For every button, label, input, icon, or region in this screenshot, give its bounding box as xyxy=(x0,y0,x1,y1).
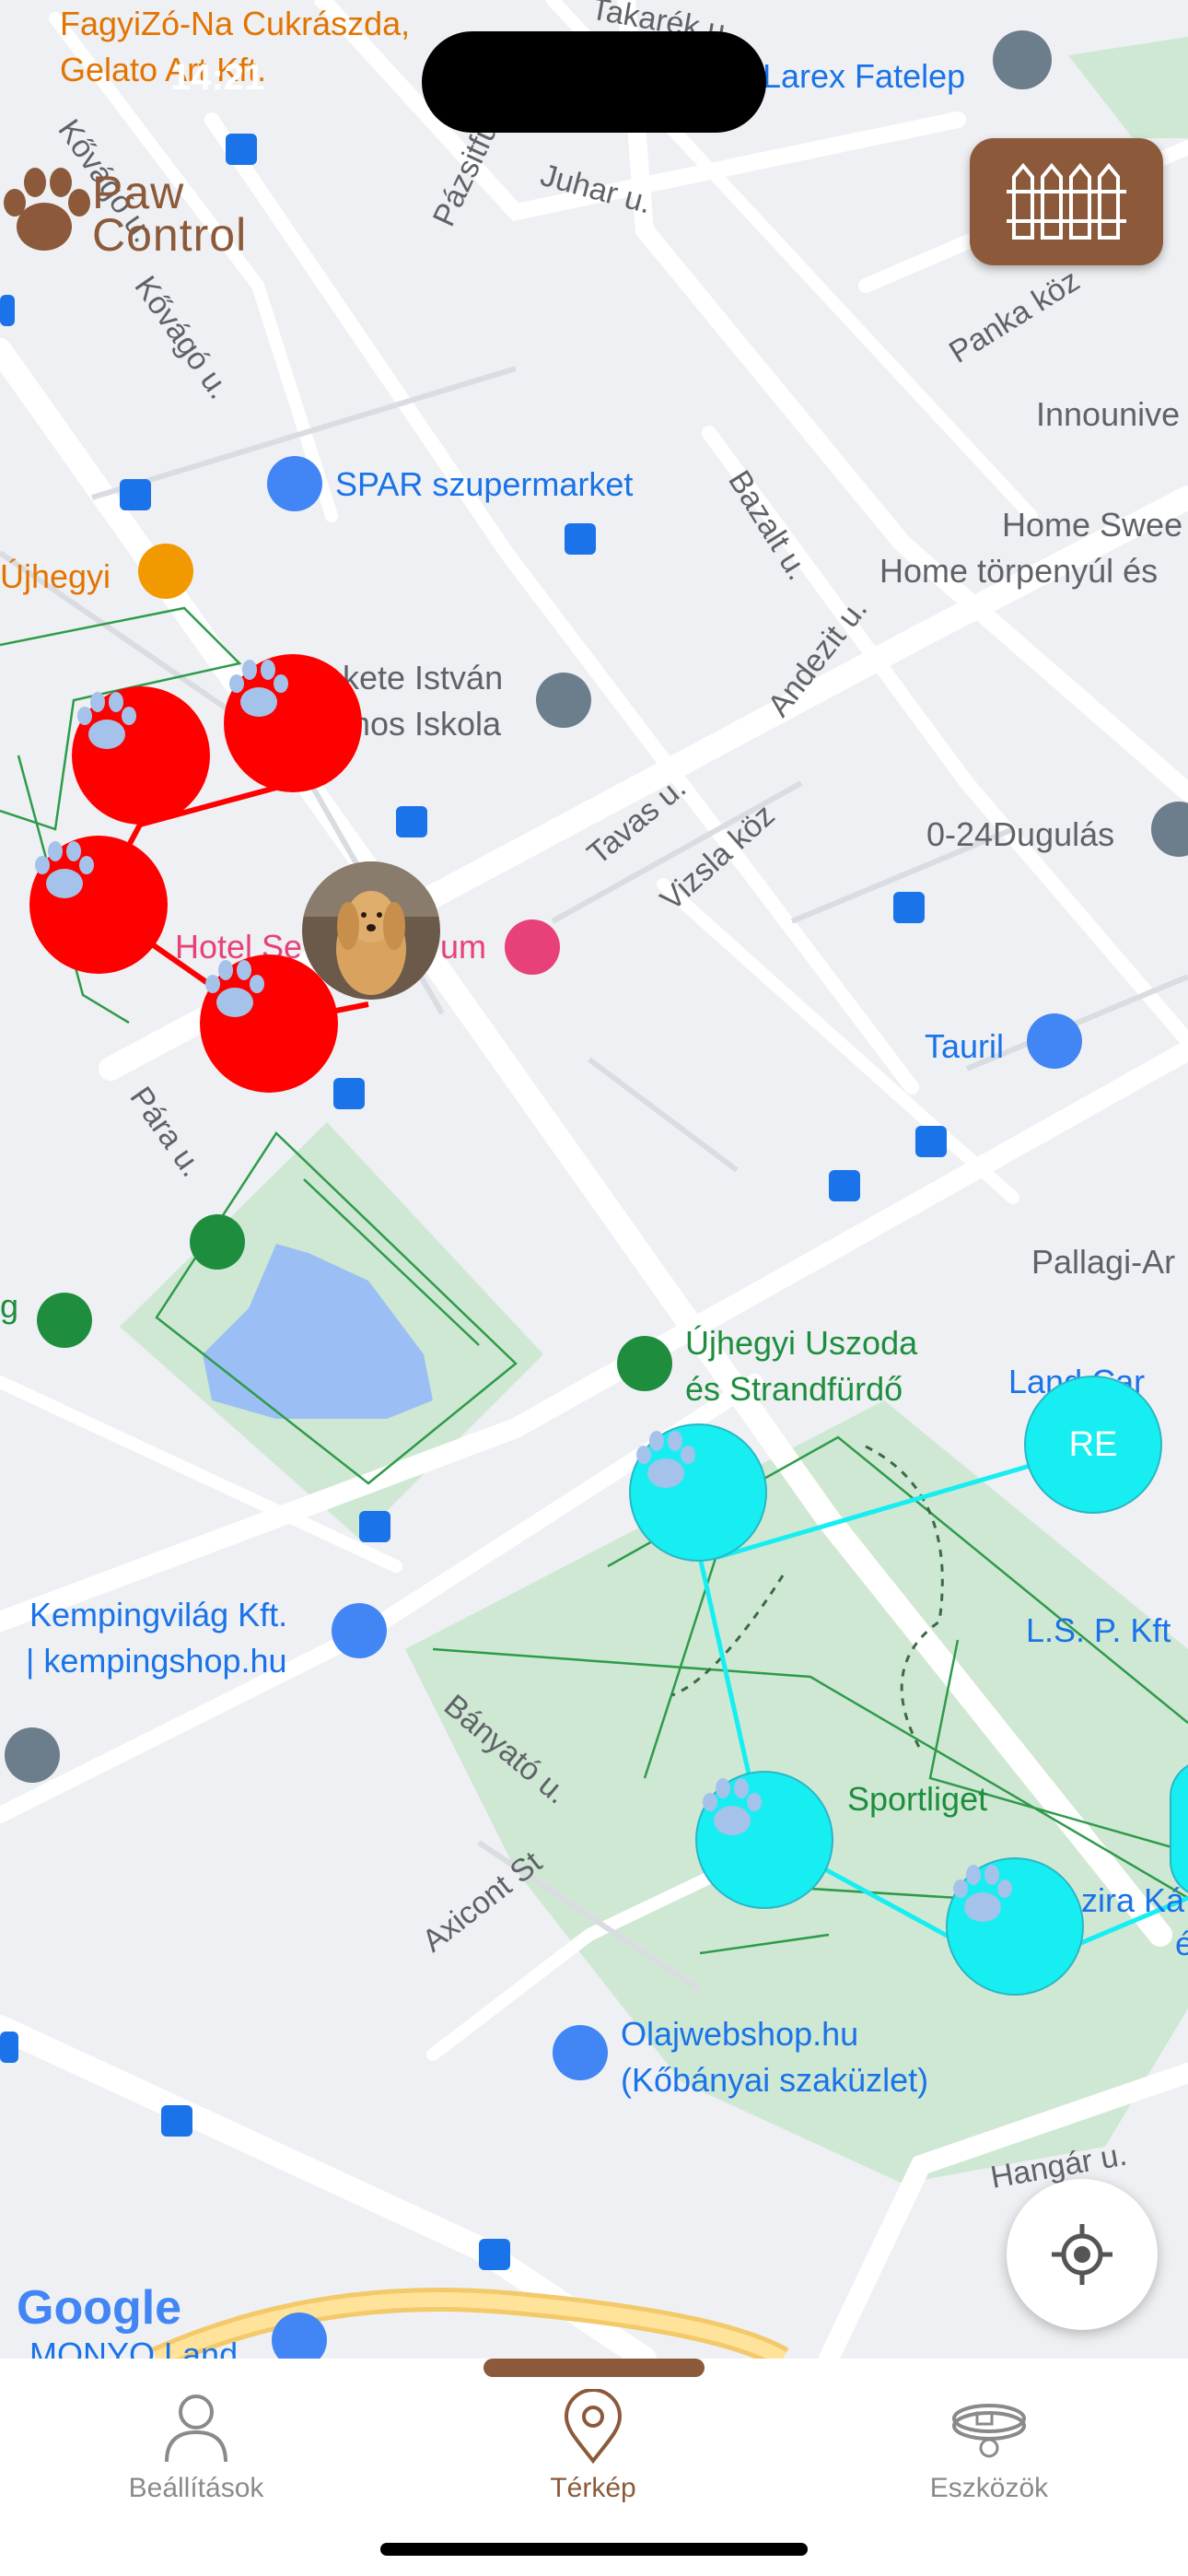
my-location-button[interactable] xyxy=(1007,2179,1158,2330)
paw-icon xyxy=(77,692,136,749)
paw-icon xyxy=(35,841,94,898)
home-indicator[interactable] xyxy=(380,2543,808,2556)
tab-label: Térkép xyxy=(550,2473,636,2503)
poi-label: FagyiZó-Na Cukrászda, xyxy=(60,5,410,42)
dog-track-point-red[interactable] xyxy=(29,836,168,974)
device-marker-re[interactable]: RE xyxy=(1024,1376,1162,1514)
poi-label: és Strandfürdő xyxy=(685,1370,903,1408)
poi-label: zira Ká xyxy=(1081,1881,1185,1919)
dog-avatar[interactable] xyxy=(302,861,440,1000)
dog-track-point-cyan[interactable] xyxy=(629,1423,767,1562)
poi-label: SPAR szupermarket xyxy=(335,465,633,503)
map-view[interactable]: FagyiZó-Na Cukrászda, Gelato Art Kft. La… xyxy=(0,0,1188,2359)
paw-icon xyxy=(229,660,288,717)
poi-label: Innounive xyxy=(1036,395,1180,433)
poi-label: Sportliget xyxy=(847,1780,987,1818)
logo-line-2: Control xyxy=(92,209,248,261)
tab-settings[interactable]: Beállítások xyxy=(76,2388,316,2504)
poi-label: Újhegyi Uszoda xyxy=(685,1324,918,1362)
dog-track-point-red[interactable] xyxy=(72,686,210,825)
poi-label: mos Iskola xyxy=(343,705,502,743)
poi-label: Pallagi-Ar xyxy=(1031,1243,1175,1281)
tab-label: Eszközök xyxy=(929,2473,1049,2503)
status-time: 14:21 xyxy=(170,57,265,98)
app-logo: Paw Control xyxy=(0,166,285,272)
tab-devices[interactable]: Eszközök xyxy=(869,2388,1109,2504)
paw-icon xyxy=(953,1865,1012,1922)
fence-icon xyxy=(1007,162,1126,240)
geofence-button[interactable] xyxy=(970,138,1163,265)
location-pin-icon xyxy=(564,2389,623,2465)
tab-label: Beállítások xyxy=(128,2473,264,2503)
device-tag-label: RE xyxy=(1068,1424,1118,1464)
poi-label: L.S. P. Kft xyxy=(1026,1611,1171,1649)
bottom-sheet-handle[interactable] xyxy=(483,2359,705,2377)
tab-map[interactable]: Térkép xyxy=(473,2388,713,2504)
collar-icon xyxy=(952,2404,1026,2458)
poi-label: 0-24Dugulás xyxy=(926,815,1114,853)
dynamic-island xyxy=(422,31,766,133)
dog-track-point-red[interactable] xyxy=(224,654,362,792)
map-canvas: FagyiZó-Na Cukrászda, Gelato Art Kft. La… xyxy=(0,0,1188,2359)
poi-label: Kempingvilág Kft. xyxy=(29,1596,287,1633)
poi-label: Újhegyi xyxy=(0,557,111,595)
poi-label: Olajwebshop.hu xyxy=(621,2015,858,2053)
crosshair-icon xyxy=(1052,2224,1112,2285)
paw-icon xyxy=(636,1431,695,1488)
poi-label: kete István xyxy=(343,659,503,697)
poi-label: um xyxy=(440,928,486,966)
poi-label: Larex Fatelep xyxy=(763,57,965,95)
poi-label: | kempingshop.hu xyxy=(26,1642,287,1680)
paw-icon xyxy=(205,960,264,1017)
dog-track-point-cyan[interactable] xyxy=(946,1857,1084,1996)
person-icon xyxy=(165,2395,227,2463)
poi-label: g xyxy=(0,1287,18,1325)
poi-label: (Kőbányai szaküzlet) xyxy=(621,2061,928,2099)
google-attribution: Google xyxy=(17,2280,181,2336)
poi-label: Home Swee xyxy=(1002,506,1182,544)
dog-track-point-cyan[interactable] xyxy=(695,1771,833,1909)
poi-label: MONYO Land xyxy=(29,2336,238,2359)
poi-label: Home törpenyúl és xyxy=(879,552,1158,590)
google-logo-text: Google xyxy=(17,2281,182,2335)
poi-label: é xyxy=(1175,1925,1188,1962)
paw-icon xyxy=(703,1778,762,1835)
dog-photo xyxy=(302,861,440,1000)
poi-label: Tauril xyxy=(925,1027,1004,1065)
